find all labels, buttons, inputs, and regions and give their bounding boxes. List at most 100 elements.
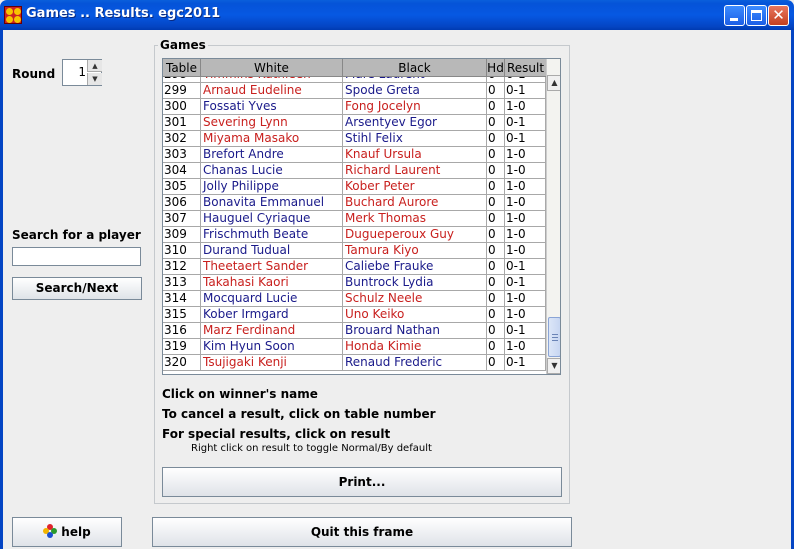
cell-hd[interactable]: 0 [487,83,505,99]
search-input[interactable] [12,247,141,266]
table-row[interactable]: 302 Miyama Masako Stihl Felix 0 0-1 [163,131,546,147]
cell-hd[interactable]: 0 [487,195,505,211]
cell-hd[interactable]: 0 [487,259,505,275]
cell-hd[interactable]: 0 [487,243,505,259]
cell-result[interactable]: 0-1 [505,259,546,275]
cell-white[interactable]: Chanas Lucie [201,163,343,179]
title-bar[interactable]: Games .. Results. egc2011 ✕ [0,0,794,30]
cell-black[interactable]: Dugueperoux Guy [343,227,487,243]
table-row[interactable]: 315 Kober Irmgard Uno Keiko 0 1-0 [163,307,546,323]
header-black[interactable]: Black [343,59,487,77]
scroll-down-icon[interactable]: ▼ [547,358,560,374]
cell-black[interactable]: Buchard Aurore [343,195,487,211]
cell-white[interactable]: Miyama Masako [201,131,343,147]
scroll-thumb[interactable] [548,317,560,357]
cell-table[interactable]: 304 [163,163,201,179]
cell-white[interactable]: Kim Hyun Soon [201,339,343,355]
cell-table[interactable]: 313 [163,275,201,291]
cell-black[interactable]: Fong Jocelyn [343,99,487,115]
minimize-button[interactable] [724,5,745,26]
close-button[interactable]: ✕ [768,5,789,26]
cell-table[interactable]: 309 [163,227,201,243]
cell-table[interactable]: 310 [163,243,201,259]
cell-white[interactable]: Brefort Andre [201,147,343,163]
cell-black[interactable]: Uno Keiko [343,307,487,323]
cell-result[interactable]: 0-1 [505,83,546,99]
table-row[interactable]: 301 Severing Lynn Arsentyev Egor 0 0-1 [163,115,546,131]
cell-table[interactable]: 316 [163,323,201,339]
cell-hd[interactable]: 0 [487,163,505,179]
table-row[interactable]: 313 Takahasi Kaori Buntrock Lydia 0 0-1 [163,275,546,291]
table-row[interactable]: 316 Marz Ferdinand Brouard Nathan 0 0-1 [163,323,546,339]
spinner-up-icon[interactable]: ▲ [87,60,102,72]
cell-black[interactable]: Schulz Neele [343,291,487,307]
cell-table[interactable]: 301 [163,115,201,131]
table-row[interactable]: 309 Frischmuth Beate Dugueperoux Guy 0 1-0 [163,227,546,243]
cell-white[interactable]: Marz Ferdinand [201,323,343,339]
cell-white[interactable]: Fossati Yves [201,99,343,115]
cell-table[interactable]: 312 [163,259,201,275]
cell-hd[interactable]: 0 [487,115,505,131]
cell-result[interactable]: 1-0 [505,163,546,179]
cell-result[interactable]: 0-1 [505,275,546,291]
cell-white[interactable]: Mocquard Lucie [201,291,343,307]
table-row[interactable]: 320 Tsujigaki Kenji Renaud Frederic 0 0-1 [163,355,546,371]
search-next-button[interactable]: Search/Next [12,277,142,300]
vertical-scrollbar[interactable]: ▲ ▼ [546,59,560,374]
cell-result[interactable]: 1-0 [505,227,546,243]
cell-hd[interactable]: 0 [487,99,505,115]
cell-result[interactable]: 1-0 [505,307,546,323]
table-row[interactable]: 312 Theetaert Sander Caliebe Frauke 0 0-1 [163,259,546,275]
cell-result[interactable]: 0-1 [505,115,546,131]
cell-table[interactable]: 305 [163,179,201,195]
table-row[interactable]: 300 Fossati Yves Fong Jocelyn 0 1-0 [163,99,546,115]
cell-hd[interactable]: 0 [487,211,505,227]
cell-table[interactable]: 320 [163,355,201,371]
header-result[interactable]: Result [505,59,546,77]
cell-table[interactable]: 306 [163,195,201,211]
cell-result[interactable]: 1-0 [505,211,546,227]
cell-hd[interactable]: 0 [487,179,505,195]
cell-white[interactable]: Bonavita Emmanuel [201,195,343,211]
cell-black[interactable]: Brouard Nathan [343,323,487,339]
table-row[interactable]: 299 Arnaud Eudeline Spode Greta 0 0-1 [163,83,546,99]
table-row[interactable]: 314 Mocquard Lucie Schulz Neele 0 1-0 [163,291,546,307]
cell-hd[interactable]: 0 [487,131,505,147]
cell-table[interactable]: 307 [163,211,201,227]
help-button[interactable]: help [12,517,122,547]
cell-white[interactable]: Durand Tudual [201,243,343,259]
cell-white[interactable]: Arnaud Eudeline [201,83,343,99]
table-row[interactable]: 306 Bonavita Emmanuel Buchard Aurore 0 1-0 [163,195,546,211]
cell-black[interactable]: Renaud Frederic [343,355,487,371]
cell-white[interactable]: Kober Irmgard [201,307,343,323]
cell-result[interactable]: 1-0 [505,195,546,211]
table-row[interactable]: 319 Kim Hyun Soon Honda Kimie 0 1-0 [163,339,546,355]
maximize-button[interactable] [746,5,767,26]
header-table[interactable]: Table [163,59,201,77]
header-hd[interactable]: Hd [487,59,505,77]
cell-white[interactable]: Hauguel Cyriaque [201,211,343,227]
table-row[interactable]: 304 Chanas Lucie Richard Laurent 0 1-0 [163,163,546,179]
table-row[interactable]: 303 Brefort Andre Knauf Ursula 0 1-0 [163,147,546,163]
cell-table[interactable]: 314 [163,291,201,307]
table-row[interactable]: 305 Jolly Philippe Kober Peter 0 1-0 [163,179,546,195]
cell-result[interactable]: 1-0 [505,99,546,115]
cell-hd[interactable]: 0 [487,227,505,243]
cell-table[interactable]: 319 [163,339,201,355]
cell-black[interactable]: Honda Kimie [343,339,487,355]
spinner-down-icon[interactable]: ▼ [87,73,102,85]
cell-white[interactable]: Theetaert Sander [201,259,343,275]
cell-result[interactable]: 1-0 [505,179,546,195]
table-row[interactable]: 310 Durand Tudual Tamura Kiyo 0 1-0 [163,243,546,259]
cell-result[interactable]: 0-1 [505,355,546,371]
cell-black[interactable]: Spode Greta [343,83,487,99]
games-table[interactable]: Table White Black Hd Result 298Timmins K… [162,58,561,375]
cell-table[interactable]: 300 [163,99,201,115]
cell-white[interactable]: Takahasi Kaori [201,275,343,291]
cell-hd[interactable]: 0 [487,291,505,307]
cell-hd[interactable]: 0 [487,355,505,371]
cell-table[interactable]: 315 [163,307,201,323]
cell-result[interactable]: 0-1 [505,323,546,339]
cell-hd[interactable]: 0 [487,323,505,339]
scroll-up-icon[interactable]: ▲ [547,75,560,91]
